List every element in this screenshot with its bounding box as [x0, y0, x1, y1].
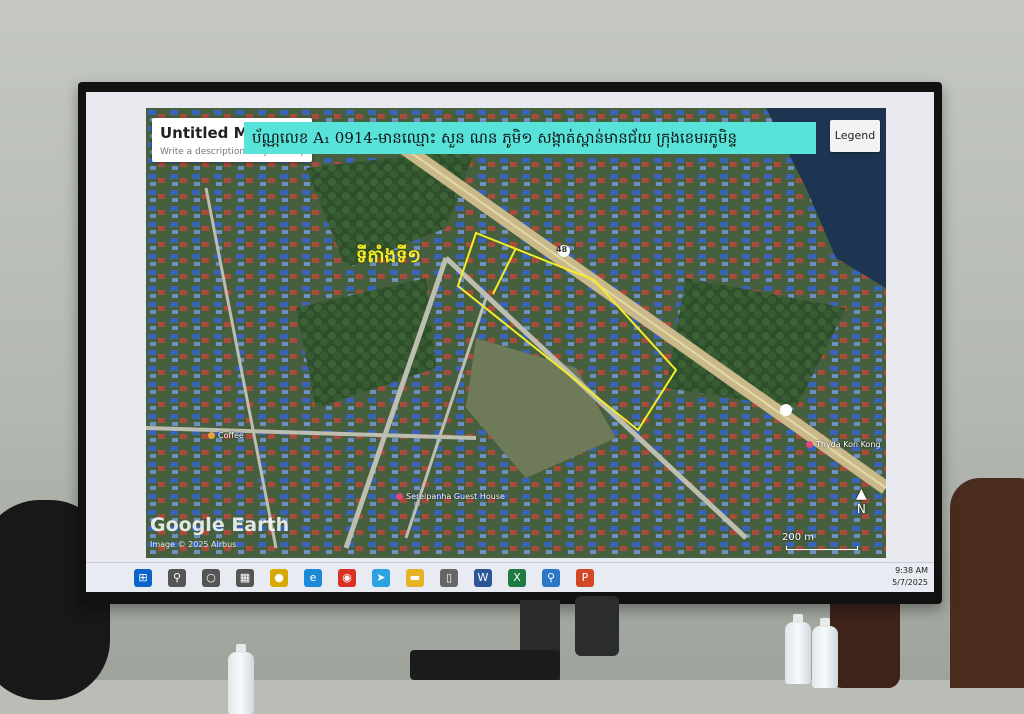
norton-icon[interactable]: ● — [270, 569, 288, 587]
taskbar: ⊞ ⚲ ○ ▦ ● e ◉ ➤ ▬ ▯ W X ⚲ P 9:38 AM 5/7/2025 — [86, 562, 934, 592]
satellite-map[interactable]: Untitled Map Write a description for you… — [146, 108, 886, 558]
bottle-cap — [236, 644, 246, 653]
road-number-marker — [780, 404, 792, 416]
water-bottle — [228, 644, 254, 714]
imagery-credit: Image © 2025 Airbus — [150, 540, 237, 549]
poi-guest-house[interactable]: Sereipanha Guest House — [396, 492, 505, 501]
monitor: Untitled Map Write a description for you… — [78, 82, 942, 604]
word-icon[interactable]: W — [474, 569, 492, 587]
clock-date: 5/7/2025 — [892, 578, 928, 587]
system-clock[interactable]: 9:38 AM 5/7/2025 — [892, 565, 928, 589]
compass-label: N — [856, 502, 866, 516]
file-explorer-icon[interactable]: ▬ — [406, 569, 424, 587]
water-bottle — [785, 614, 811, 684]
chrome-icon[interactable]: ◉ — [338, 569, 356, 587]
wooden-chair — [950, 478, 1024, 688]
water-bottle — [812, 618, 838, 688]
lodging-icon — [396, 493, 403, 500]
poi-coffee[interactable]: Coffee — [208, 431, 244, 440]
poi-thyda-kon-kong[interactable]: Thyda Kon Kong — [806, 440, 880, 449]
excel-icon[interactable]: X — [508, 569, 526, 587]
map-imagery — [146, 108, 886, 558]
site-label: ទីតាំងទី១ — [356, 246, 422, 267]
screen: Untitled Map Write a description for you… — [86, 92, 934, 592]
conference-camera — [575, 596, 619, 656]
north-arrow-icon: ▲ — [856, 486, 867, 502]
windows-start-icon[interactable]: ⊞ — [134, 569, 152, 587]
device-base — [410, 650, 560, 680]
google-earth-logo: Google Earth — [150, 514, 290, 536]
scale-bar — [786, 546, 858, 550]
parcel-banner: ប័ណ្ណលេខ A₁ 0914-មានឈ្មោះ សួន ណន ភូមិ១ ស… — [244, 122, 816, 154]
place-pin-icon — [806, 441, 813, 448]
bottle-cap — [793, 614, 803, 623]
search-icon[interactable]: ⚲ — [168, 569, 186, 587]
bottle-cap — [820, 618, 830, 627]
task-view-icon[interactable]: ○ — [202, 569, 220, 587]
telegram-icon[interactable]: ➤ — [372, 569, 390, 587]
powerpoint-icon[interactable]: P — [576, 569, 594, 587]
cafe-icon — [208, 432, 215, 439]
notepad-icon[interactable]: ▯ — [440, 569, 458, 587]
clock-time: 9:38 AM — [895, 566, 928, 575]
edge-icon[interactable]: e — [304, 569, 322, 587]
scale-label: 200 m — [782, 532, 815, 543]
magnifier-icon[interactable]: ⚲ — [542, 569, 560, 587]
widgets-icon[interactable]: ▦ — [236, 569, 254, 587]
legend-button[interactable]: Legend — [830, 120, 880, 152]
compass[interactable]: ▲ N — [856, 486, 867, 516]
road-number-label: 48 — [556, 245, 568, 254]
